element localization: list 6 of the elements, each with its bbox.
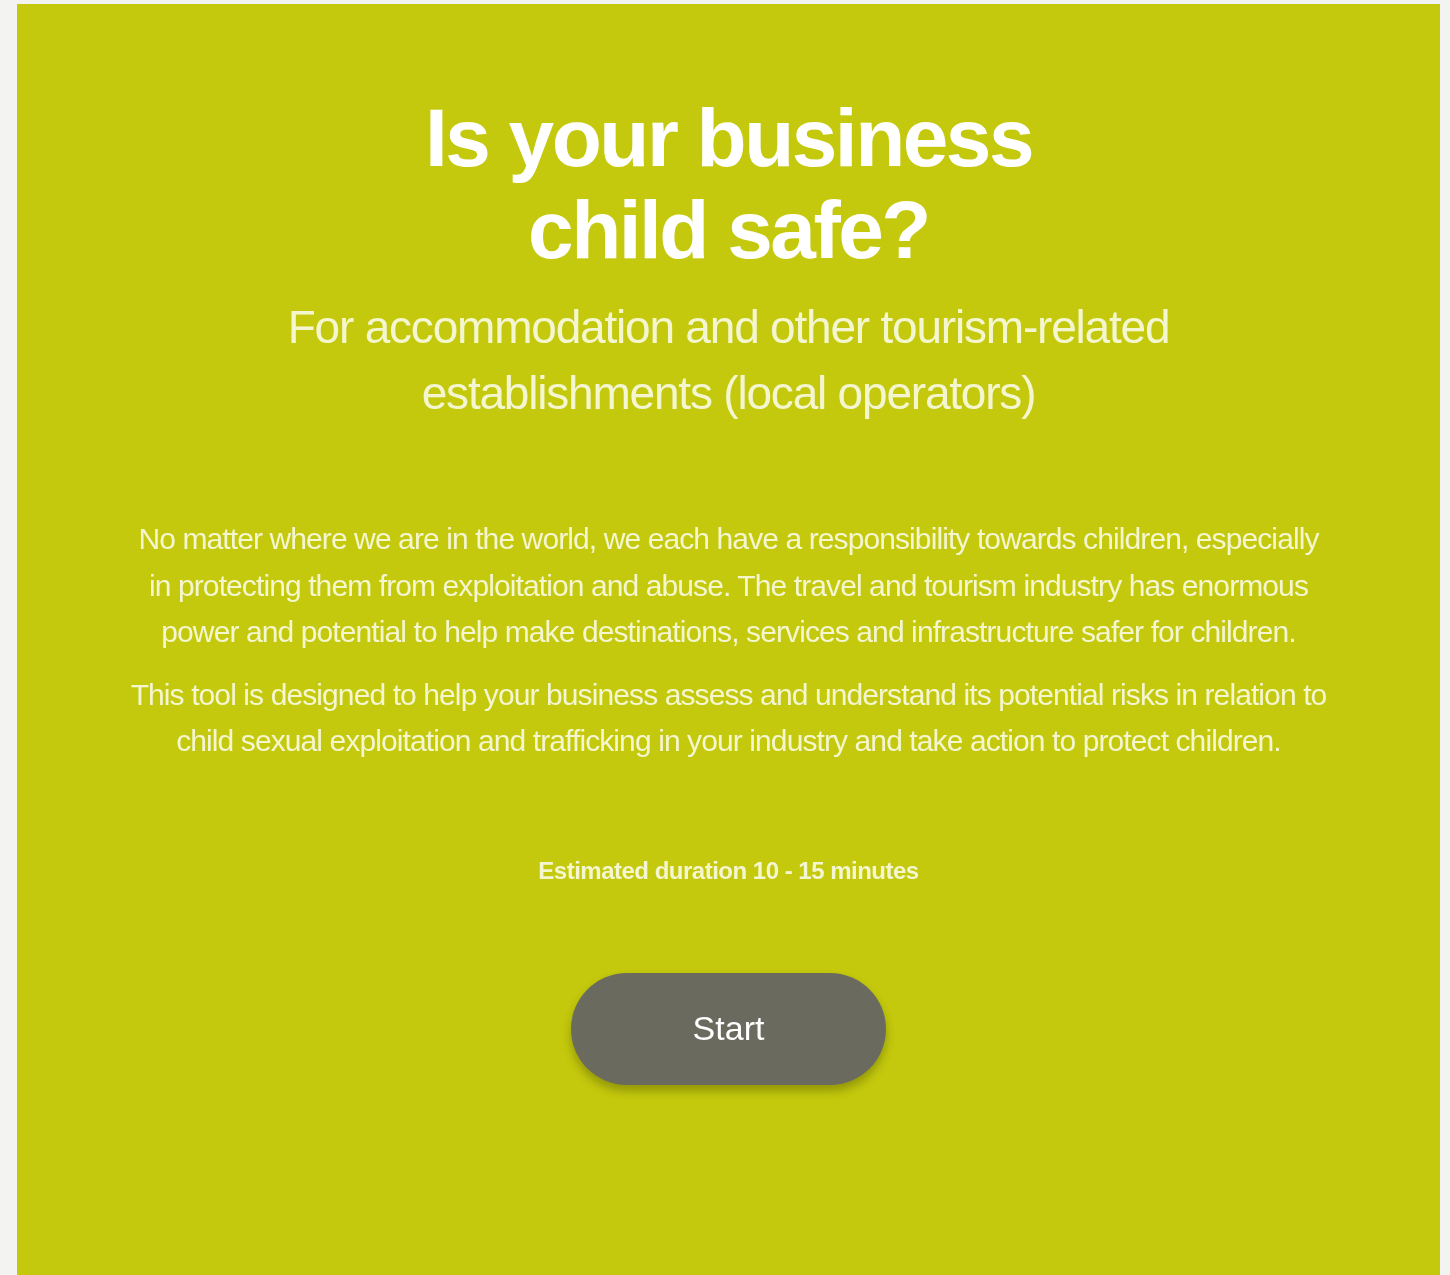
duration-text: Estimated duration 10 - 15 minutes (538, 856, 919, 885)
intro-paragraph: No matter where we are in the world, we each have a responsibility towards children, especially in protecting them from exploitation and abuse. The travel and tourism industry has enormous power and potential to help make destinations, services and infrastructure safer for children. (137, 521, 1321, 650)
page-title: Is your business child safe? (423, 92, 1034, 276)
subtitle: For accommodation and other tourism-related establishments (local operators) (286, 300, 1171, 421)
intro-paragraph: This tool is designed to help your business assess and understand its potential risks in relation to child sexual exploitation and trafficking in your industry and take action to protect children. (129, 676, 1328, 759)
start-button[interactable]: Start (571, 972, 886, 1085)
